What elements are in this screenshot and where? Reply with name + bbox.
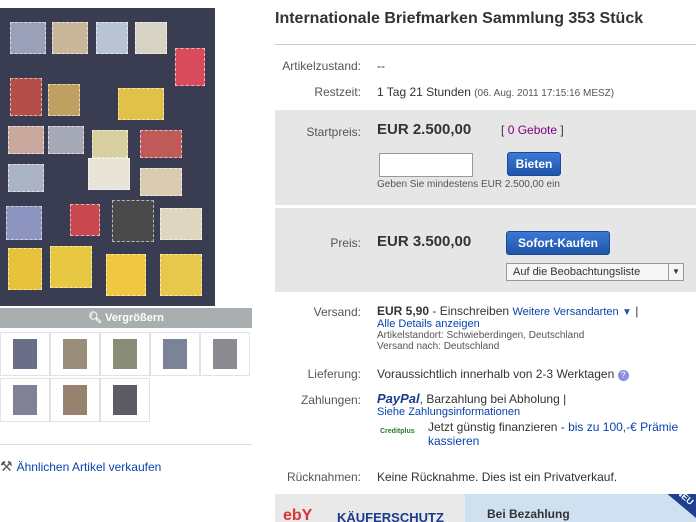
sell-similar-link[interactable]: ⚒ Ähnlichen Artikel verkaufen (0, 458, 161, 475)
stamp-image (50, 246, 92, 288)
bracket-open: [ (501, 123, 505, 137)
end-date: (06. Aug. 2011 17:15:16 MESZ) (474, 88, 615, 99)
bid-hint: Geben Sie mindestens EUR 2.500,00 ein (377, 179, 560, 190)
delivery-value: Voraussichtlich innerhalb von 2-3 Werkta… (377, 367, 615, 381)
stamp-image (160, 208, 202, 240)
start-price: EUR 2.500,00 (377, 121, 472, 138)
main-product-photo[interactable] (0, 8, 215, 306)
ebay-logo: ebY (283, 507, 313, 522)
condition-value: -- (377, 59, 385, 73)
thumbnail[interactable] (0, 332, 50, 376)
stamp-image (160, 254, 202, 296)
bid-section: Startpreis: EUR 2.500,00 [ 0 Gebote ] Bi… (275, 110, 696, 205)
chevron-down-icon[interactable]: ▼ (622, 307, 632, 318)
thumbnail[interactable] (200, 332, 250, 376)
watchlist-button[interactable]: Auf die Beobachtungsliste ▼ (506, 263, 684, 281)
stamp-image (6, 206, 42, 240)
returns-value: Keine Rücknahme. Dies ist ein Privatverk… (377, 470, 618, 484)
watchlist-label: Auf die Beobachtungsliste (513, 266, 641, 278)
stamp-image (112, 200, 154, 242)
bid-count-link[interactable]: 0 Gebote (508, 123, 557, 137)
ships-to: Versand nach: Deutschland (377, 341, 500, 352)
item-location: Artikelstandort: Schwieberdingen, Deutsc… (377, 330, 585, 341)
remaining-label: Restzeit: (314, 85, 361, 99)
bracket-close: ] (560, 123, 564, 137)
separator: | (635, 304, 639, 318)
banner-headline: KÄUFERSCHUTZ (337, 510, 444, 522)
bid-button[interactable]: Bieten (507, 152, 561, 176)
stamp-image (70, 204, 100, 236)
shipping-details-link[interactable]: Alle Details anzeigen (377, 318, 696, 330)
payment-info-link[interactable]: Siehe Zahlungsinformationen (377, 406, 696, 418)
banner-side-text: Bei Bezahlung (487, 507, 570, 521)
returns-label: Rücknahmen: (286, 470, 361, 484)
creditplus-logo: Creditplus (380, 428, 415, 435)
delivery-info: Voraussichtlich innerhalb von 2-3 Werkta… (377, 367, 629, 381)
buyer-protection-banner[interactable]: ebY KÄUFERSCHUTZ Bei Bezahlung NEU (275, 494, 696, 522)
zoom-icon: 🔍︎ (88, 312, 103, 324)
stamp-image (140, 130, 182, 158)
stamp-image (52, 22, 88, 54)
shipping-label: Versand: (313, 305, 361, 319)
bid-amount-input[interactable] (379, 153, 473, 177)
stamp-image (118, 88, 164, 120)
stamp-image (106, 254, 146, 296)
new-ribbon: NEU (656, 494, 696, 522)
payment-methods: , Barzahlung bei Abholung | (419, 392, 567, 406)
thumbnail[interactable] (0, 378, 50, 422)
financing-text: Jetzt günstig finanzieren - (428, 420, 565, 434)
paypal-logo: PayPal (377, 391, 420, 406)
stamp-image (175, 48, 205, 86)
stamp-image (88, 158, 130, 190)
thumbnail[interactable] (50, 378, 100, 422)
shipping-info: EUR 5,90 - Einschreiben Weitere Versanda… (377, 304, 696, 352)
bid-count: [ 0 Gebote ] (501, 123, 564, 137)
enlarge-button[interactable]: 🔍︎ Vergrößern (0, 308, 252, 328)
thumbnail[interactable] (100, 332, 150, 376)
stamp-image (8, 126, 44, 154)
thumbnail[interactable] (100, 378, 150, 422)
more-shipping-link[interactable]: Weitere Versandarten (512, 306, 618, 318)
stamp-image (48, 126, 84, 154)
buy-price: EUR 3.500,00 (377, 233, 472, 250)
stamp-image (10, 78, 42, 116)
payment-info: PayPal, Barzahlung bei Abholung | Siehe … (377, 391, 696, 454)
buy-now-section: Preis: EUR 3.500,00 Sofort-Kaufen Auf di… (275, 208, 696, 292)
stamp-image (140, 168, 182, 196)
buy-now-button[interactable]: Sofort-Kaufen (506, 231, 610, 255)
stamp-image (92, 130, 128, 158)
gavel-icon: ⚒ (0, 458, 13, 474)
stamp-image (8, 248, 42, 290)
divider (275, 44, 696, 45)
page-title: Internationale Briefmarken Sammlung 353 … (275, 10, 644, 27)
ribbon-text: NEU (674, 494, 696, 507)
stamp-image (48, 84, 80, 116)
remaining-time: 1 Tag 21 Stunden (06. Aug. 2011 17:15:16… (377, 85, 614, 99)
remaining-value: 1 Tag 21 Stunden (377, 85, 471, 99)
stamp-image (10, 22, 46, 54)
chevron-down-icon[interactable]: ▼ (668, 264, 683, 280)
shipping-price: EUR 5,90 (377, 304, 430, 318)
stamp-image (8, 164, 44, 192)
payment-label: Zahlungen: (300, 393, 361, 407)
sell-similar-label: Ähnlichen Artikel verkaufen (16, 460, 162, 474)
divider (0, 444, 252, 445)
delivery-label: Lieferung: (307, 367, 361, 381)
help-icon[interactable]: ? (617, 370, 629, 381)
financing-offer: Jetzt günstig finanzieren - bis zu 100,-… (428, 420, 696, 448)
shipping-method: - Einschreiben (432, 304, 510, 318)
thumbnail[interactable] (50, 332, 100, 376)
enlarge-label: Vergrößern (105, 312, 164, 324)
banner-left: ebY KÄUFERSCHUTZ (275, 494, 465, 522)
start-price-label: Startpreis: (306, 125, 361, 139)
buy-price-label: Preis: (330, 236, 361, 250)
thumbnail[interactable] (150, 332, 200, 376)
stamp-image (135, 22, 167, 54)
stamp-image (96, 22, 128, 54)
condition-label: Artikelzustand: (282, 59, 361, 73)
